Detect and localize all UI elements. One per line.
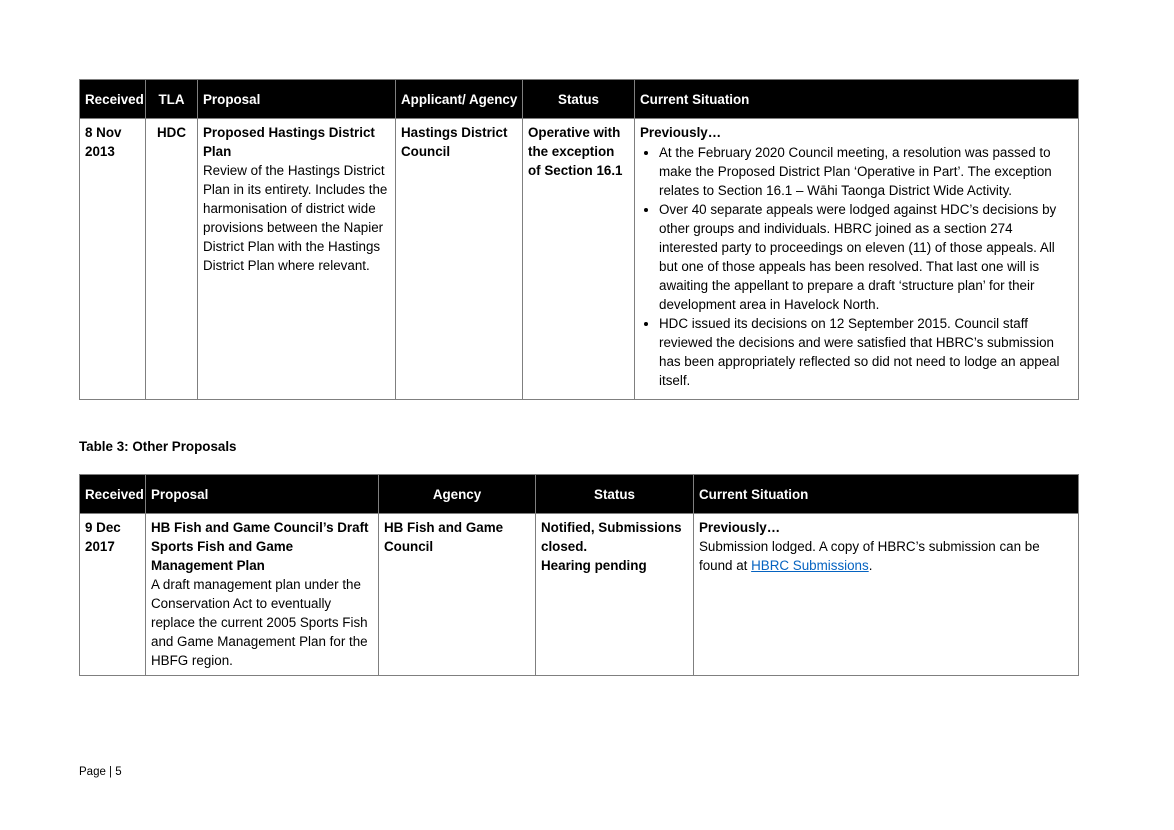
situation-text-block: Submission lodged. A copy of HBRC’s subm… [699, 537, 1073, 575]
header-received: Received [79, 474, 146, 514]
table-caption: Table 3: Other Proposals [79, 439, 237, 454]
list-item: Over 40 separate appeals were lodged aga… [659, 200, 1073, 314]
cell-situation: Previously… At the February 2020 Council… [634, 118, 1079, 400]
status-line: Notified, Submissions closed. [541, 520, 682, 554]
cell-status: Notified, Submissions closed. Hearing pe… [535, 513, 694, 676]
situation-end: . [868, 558, 873, 573]
proposal-description: A draft management plan under the Conser… [151, 577, 368, 668]
header-received: Received [79, 79, 146, 119]
list-item: At the February 2020 Council meeting, a … [659, 143, 1073, 200]
header-applicant: Applicant/ Agency [395, 79, 523, 119]
cell-status: Operative with the exception of Section … [522, 118, 635, 400]
table-header-row: Received TLA Proposal Applicant/ Agency … [79, 79, 1079, 119]
page-number: Page | 5 [79, 766, 122, 778]
other-proposals-table: Received Proposal Agency Status Current … [79, 474, 1079, 676]
cell-proposal: HB Fish and Game Council’s Draft Sports … [145, 513, 379, 676]
header-situation: Current Situation [634, 79, 1079, 119]
cell-situation: Previously… Submission lodged. A copy of… [693, 513, 1079, 676]
header-status: Status [535, 474, 694, 514]
cell-agency: HB Fish and Game Council [378, 513, 536, 676]
header-agency: Agency [378, 474, 536, 514]
proposal-title: HB Fish and Game Council’s Draft Sports … [151, 520, 369, 573]
proposal-description: Review of the Hastings District Plan in … [203, 163, 388, 273]
hbrc-submissions-link[interactable]: HBRC Submissions [751, 558, 869, 573]
cell-tla: HDC [145, 118, 198, 400]
status-line: Hearing pending [541, 558, 647, 573]
header-situation: Current Situation [693, 474, 1079, 514]
header-proposal: Proposal [145, 474, 379, 514]
header-proposal: Proposal [197, 79, 396, 119]
cell-applicant: Hastings District Council [395, 118, 523, 400]
proposal-title: Proposed Hastings District Plan [203, 125, 375, 159]
table-row: 8 Nov 2013 HDC Proposed Hastings Distric… [79, 118, 1079, 400]
header-tla: TLA [145, 79, 198, 119]
header-status: Status [522, 79, 635, 119]
table-header-row: Received Proposal Agency Status Current … [79, 474, 1079, 514]
cell-proposal: Proposed Hastings District Plan Review o… [197, 118, 396, 400]
situation-heading: Previously… [699, 520, 781, 535]
list-item: HDC issued its decisions on 12 September… [659, 314, 1073, 390]
situation-bullet-list: At the February 2020 Council meeting, a … [640, 143, 1073, 390]
cell-received: 8 Nov 2013 [79, 118, 146, 400]
table-row: 9 Dec 2017 HB Fish and Game Council’s Dr… [79, 513, 1079, 676]
cell-received: 9 Dec 2017 [79, 513, 146, 676]
district-plans-table: Received TLA Proposal Applicant/ Agency … [79, 79, 1079, 400]
situation-heading: Previously… [640, 125, 722, 140]
